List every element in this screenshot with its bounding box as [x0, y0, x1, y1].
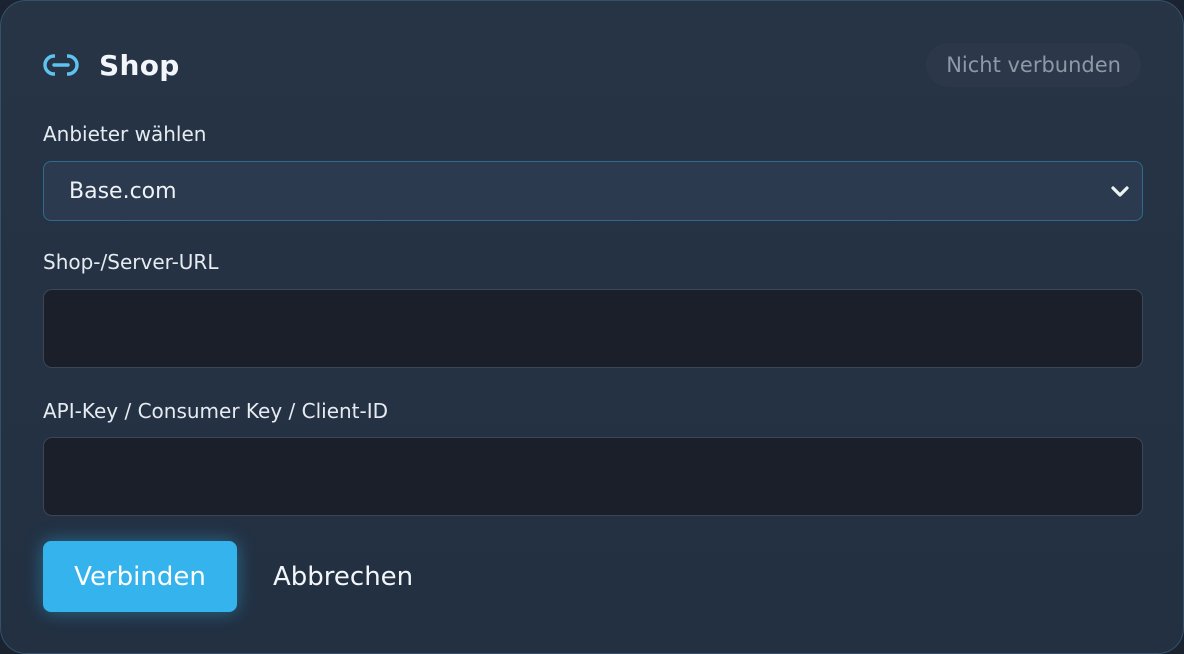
card-title: Shop: [99, 48, 180, 82]
url-label: Shop-/Server-URL: [43, 250, 219, 274]
api-key-input[interactable]: [43, 437, 1143, 516]
provider-select[interactable]: Base.com: [43, 161, 1143, 221]
card-header: Shop Nicht verbunden: [43, 43, 1141, 87]
connect-button[interactable]: Verbinden: [43, 541, 237, 612]
chevron-down-icon: [1110, 182, 1130, 202]
api-key-label: API-Key / Consumer Key / Client-ID: [43, 399, 389, 423]
shop-connection-card: Shop Nicht verbunden Anbieter wählen Bas…: [0, 0, 1184, 654]
cancel-button[interactable]: Abbrechen: [257, 541, 429, 612]
shop-url-input[interactable]: [43, 289, 1143, 368]
status-badge: Nicht verbunden: [926, 43, 1141, 87]
provider-selected-value: Base.com: [69, 178, 177, 204]
link-icon: [43, 53, 79, 77]
provider-label: Anbieter wählen: [43, 122, 207, 146]
